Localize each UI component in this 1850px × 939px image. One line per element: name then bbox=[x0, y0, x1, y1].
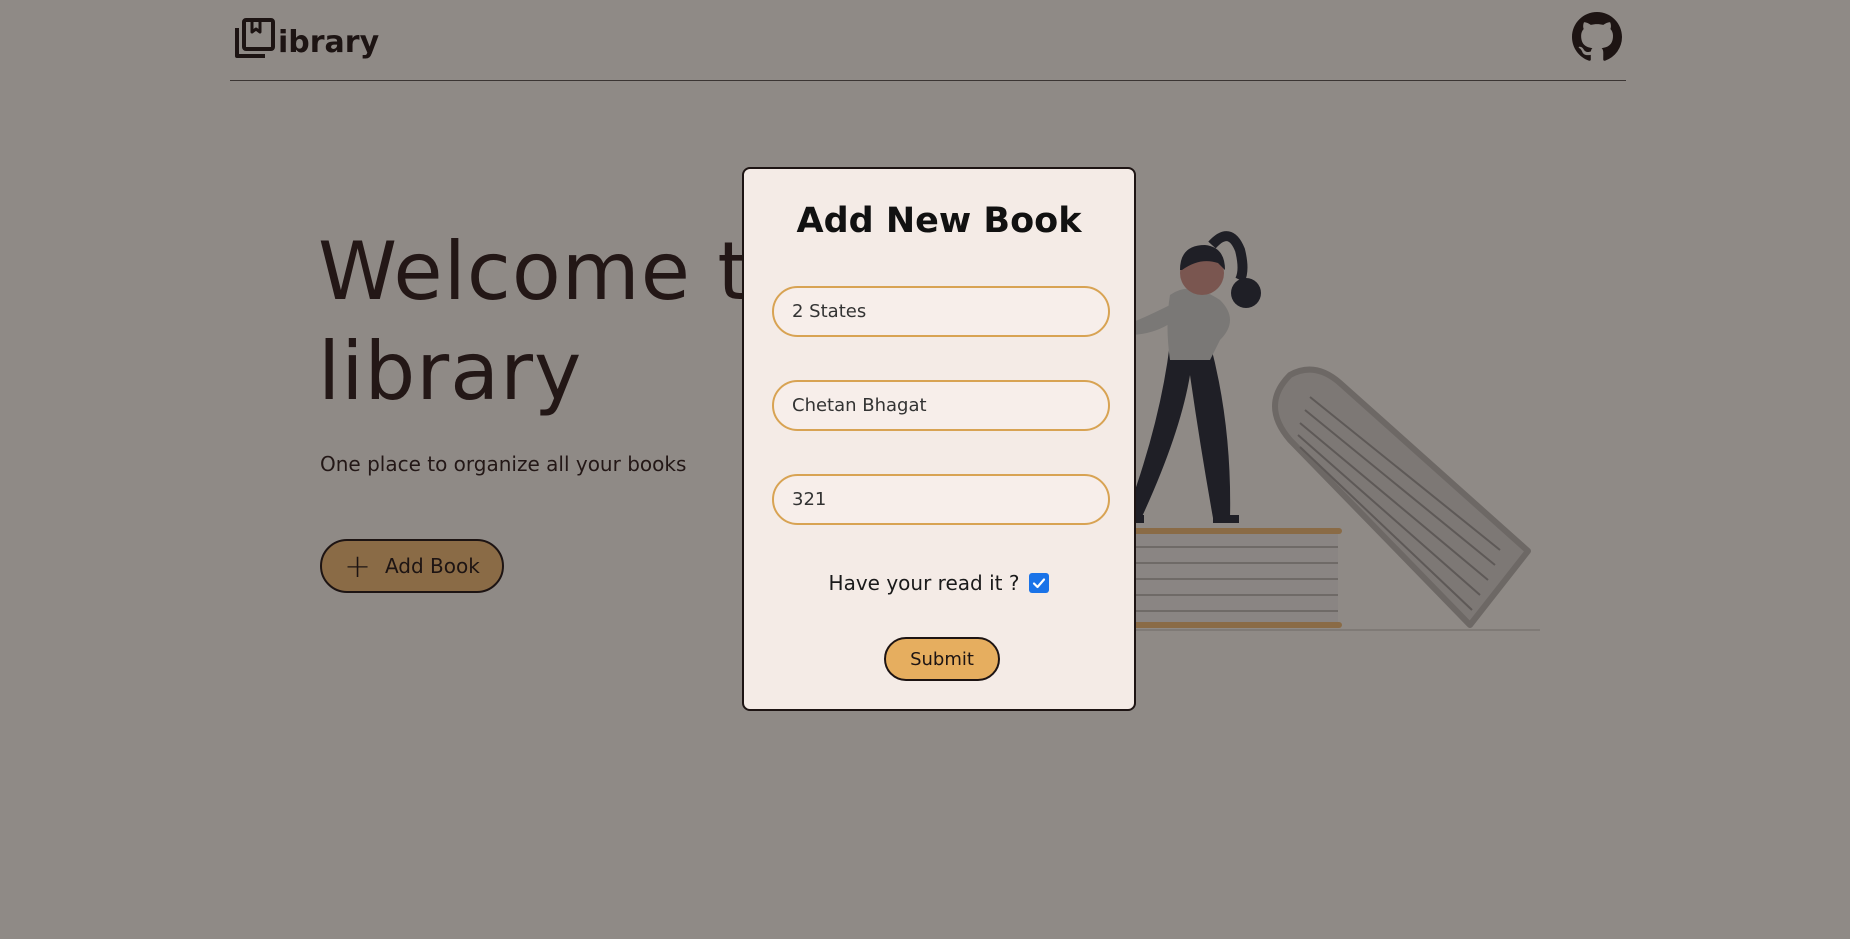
submit-button[interactable]: Submit bbox=[884, 637, 1000, 681]
site-header: ibrary bbox=[230, 0, 1626, 81]
add-book-button[interactable]: + Add Book bbox=[320, 539, 504, 593]
hero-title-line2: library bbox=[318, 325, 583, 418]
github-icon[interactable] bbox=[1572, 12, 1622, 62]
reading-woman-illustration bbox=[1100, 231, 1540, 631]
read-status-label: Have your read it ? bbox=[828, 571, 1020, 595]
modal-title: Add New Book bbox=[796, 201, 1082, 241]
hero-title: Welcome t library bbox=[318, 222, 750, 422]
hero-title-line1: Welcome t bbox=[318, 225, 750, 318]
add-book-modal: Add New Book Have your read it ? Submit bbox=[742, 167, 1136, 711]
plus-icon: + bbox=[344, 547, 371, 585]
book-pages-input[interactable] bbox=[772, 474, 1110, 525]
read-status-row: Have your read it ? bbox=[744, 571, 1134, 595]
logo-text: ibrary bbox=[278, 25, 380, 60]
read-checkbox[interactable] bbox=[1029, 573, 1050, 593]
logo[interactable]: ibrary bbox=[233, 16, 379, 60]
bookmark-stack-icon bbox=[235, 18, 275, 58]
hero-subtitle: One place to organize all your books bbox=[320, 452, 687, 476]
book-author-input[interactable] bbox=[772, 380, 1110, 431]
add-book-label: Add Book bbox=[384, 554, 480, 578]
book-title-input[interactable] bbox=[772, 286, 1110, 337]
checkmark-icon bbox=[1033, 578, 1046, 589]
